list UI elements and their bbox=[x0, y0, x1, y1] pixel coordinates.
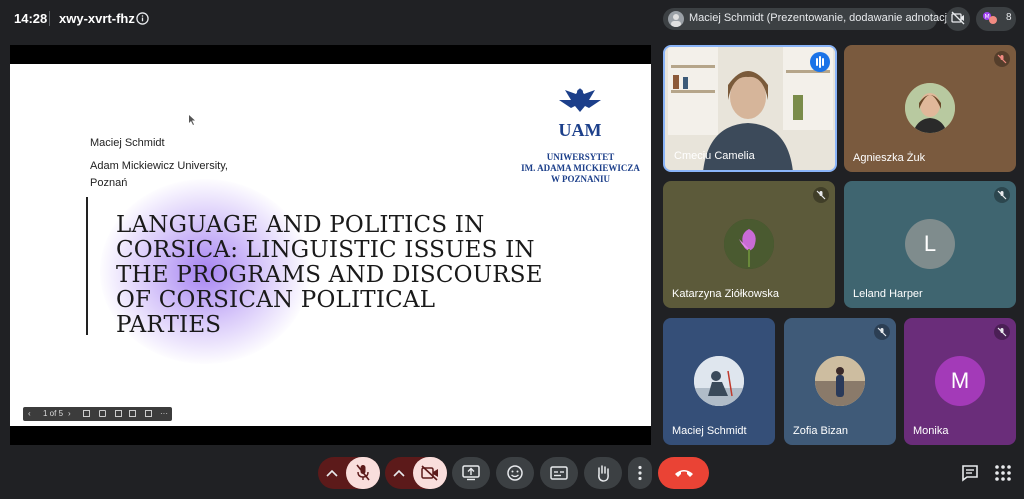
prev-slide-icon[interactable]: ‹ bbox=[28, 409, 31, 418]
participant-name: Cmeciu Camelia bbox=[674, 150, 755, 162]
participant-name: Monika bbox=[913, 425, 949, 437]
participant-tile-katarzyna-ziolkowska[interactable]: Katarzyna Ziółkowska bbox=[663, 181, 835, 308]
raise-hand-icon bbox=[598, 465, 609, 482]
more-options-icon[interactable]: ··· bbox=[160, 409, 168, 418]
camera-toggle-button[interactable] bbox=[413, 457, 447, 489]
mic-off-icon bbox=[997, 54, 1007, 64]
speaking-indicator bbox=[810, 52, 830, 72]
participant-name: Zofia Bizan bbox=[793, 425, 849, 437]
mic-control-group bbox=[318, 457, 380, 489]
university-name-line: IM. ADAMA MICKIEWICZA bbox=[521, 163, 640, 173]
divider bbox=[49, 11, 50, 26]
mic-off-icon bbox=[997, 327, 1007, 337]
participant-initial-avatar: L bbox=[905, 219, 955, 269]
participant-name: Maciej Schmidt bbox=[672, 425, 747, 437]
slide-title-line: THE PROGRAMS AND DISCOURSE bbox=[116, 262, 543, 288]
slide-accent-bar bbox=[86, 197, 88, 335]
participants-button[interactable]: M 8 bbox=[976, 7, 1016, 31]
captions-icon bbox=[550, 466, 568, 480]
participant-tile-cmeciu-camelia[interactable]: Cmeciu Camelia bbox=[663, 45, 837, 172]
top-bar: 14:28 xwy-xvrt-fhz Maciej Schmidt (Preze… bbox=[0, 0, 1024, 38]
slide-title-line: PARTIES bbox=[116, 312, 222, 338]
captions-box-icon[interactable] bbox=[129, 410, 136, 417]
participant-tile-monika[interactable]: M Monika bbox=[904, 318, 1016, 445]
slide-controls: ‹ 1 of 5 › ··· bbox=[23, 407, 172, 421]
mic-off-icon bbox=[356, 464, 370, 481]
participant-avatar bbox=[694, 356, 744, 406]
activities-icon[interactable] bbox=[993, 463, 1013, 483]
more-vert-icon bbox=[638, 465, 642, 481]
grid-view-icon[interactable] bbox=[83, 410, 90, 417]
participant-count: 8 bbox=[1006, 12, 1012, 23]
filter-icon[interactable] bbox=[99, 410, 106, 417]
slide-title-line: CORSICA: LINGUISTIC ISSUES IN bbox=[116, 237, 535, 263]
participant-avatar bbox=[724, 219, 774, 269]
next-slide-icon[interactable]: › bbox=[68, 409, 71, 418]
presenter-label: Maciej Schmidt (Prezentowanie, dodawanie… bbox=[689, 12, 954, 24]
chat-icon[interactable] bbox=[960, 463, 980, 483]
presenter-avatar bbox=[668, 11, 684, 27]
slide: Maciej Schmidt Adam Mickiewicz Universit… bbox=[10, 64, 651, 426]
participant-tile-zofia-bizan[interactable]: Zofia Bizan bbox=[784, 318, 896, 445]
mic-off-icon bbox=[816, 190, 826, 200]
present-icon bbox=[462, 465, 480, 481]
audio-level-icon bbox=[816, 56, 824, 68]
mic-toggle-button[interactable] bbox=[346, 457, 380, 489]
participant-tile-leland-harper[interactable]: L Leland Harper bbox=[844, 181, 1016, 308]
muted-indicator bbox=[994, 51, 1010, 67]
chevron-up-icon[interactable] bbox=[326, 468, 338, 478]
participant-tile-maciej-schmidt[interactable]: Maciej Schmidt bbox=[663, 318, 775, 445]
pop-out-icon[interactable] bbox=[145, 410, 152, 417]
university-name-line: W POZNANIU bbox=[550, 174, 611, 184]
svg-text:M: M bbox=[985, 14, 990, 21]
muted-indicator bbox=[994, 324, 1010, 340]
muted-indicator bbox=[994, 187, 1010, 203]
meeting-code: xwy-xvrt-fhz bbox=[59, 11, 135, 26]
people-icon: M bbox=[983, 12, 997, 24]
participant-name: Katarzyna Ziółkowska bbox=[672, 288, 779, 300]
participant-name: Leland Harper bbox=[853, 288, 923, 300]
info-icon[interactable] bbox=[136, 12, 149, 25]
logo-mark: UAM bbox=[559, 120, 602, 140]
present-button[interactable] bbox=[452, 457, 490, 489]
camera-toggle-button[interactable] bbox=[946, 7, 970, 31]
muted-indicator bbox=[813, 187, 829, 203]
university-eagle-logo: UAM bbox=[559, 88, 602, 140]
reactions-button[interactable] bbox=[496, 457, 534, 489]
emoji-icon bbox=[507, 465, 523, 481]
mic-off-icon bbox=[997, 190, 1007, 200]
captions-button[interactable] bbox=[540, 457, 578, 489]
mic-off-icon bbox=[877, 327, 887, 337]
more-options-button[interactable] bbox=[628, 457, 652, 489]
slide-affiliation-city: Poznań bbox=[90, 177, 128, 189]
participant-avatar bbox=[815, 356, 865, 406]
participant-name: Agnieszka Żuk bbox=[853, 152, 926, 164]
slide-author: Maciej Schmidt bbox=[90, 137, 165, 149]
muted-indicator bbox=[874, 324, 890, 340]
university-name-line: UNIWERSYTET bbox=[546, 152, 615, 162]
camera-control-group bbox=[385, 457, 447, 489]
presenter-indicator[interactable]: Maciej Schmidt (Prezentowanie, dodawanie… bbox=[663, 8, 953, 30]
presentation-area: Maciej Schmidt Adam Mickiewicz Universit… bbox=[10, 45, 651, 445]
raise-hand-button[interactable] bbox=[584, 457, 622, 489]
university-name: UNIWERSYTET IM. ADAMA MICKIEWICZA W POZN… bbox=[518, 152, 643, 185]
slide-title-line: OF CORSICAN POLITICAL bbox=[116, 287, 436, 313]
leave-call-button[interactable] bbox=[658, 457, 709, 489]
chevron-up-icon[interactable] bbox=[393, 468, 405, 478]
image-icon[interactable] bbox=[115, 410, 122, 417]
camera-off-icon bbox=[421, 465, 438, 481]
slide-title: LANGUAGE AND POLITICS IN CORSICA: LINGUI… bbox=[116, 213, 566, 338]
participant-initial-avatar: M bbox=[935, 356, 985, 406]
slide-title-line: LANGUAGE AND POLITICS IN bbox=[116, 212, 485, 238]
participant-tile-agnieszka-zuk[interactable]: Agnieszka Żuk bbox=[844, 45, 1016, 172]
participant-avatar bbox=[905, 83, 955, 133]
end-call-icon bbox=[675, 470, 693, 477]
clock: 14:28 bbox=[14, 11, 48, 26]
page-indicator: 1 of 5 bbox=[43, 409, 64, 418]
pointer-cursor-icon bbox=[189, 115, 195, 125]
slide-affiliation: Adam Mickiewicz University, bbox=[90, 160, 228, 172]
camera-off-icon bbox=[951, 11, 965, 25]
